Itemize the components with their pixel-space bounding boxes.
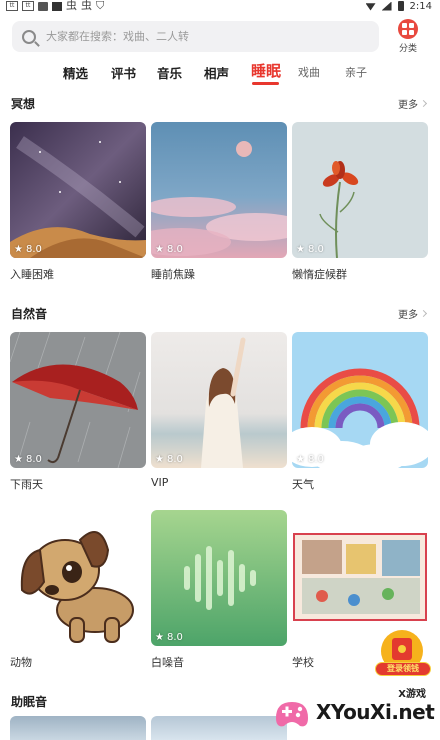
rating-badge: ★ 8.0 <box>14 454 42 465</box>
bug-icon: 虫 <box>81 0 92 12</box>
star-icon: ★ <box>155 632 164 643</box>
card-title: VIP <box>151 476 169 489</box>
star-icon: ★ <box>14 454 23 465</box>
watermark-small-text: X游戏 <box>398 689 426 700</box>
star-icon: ★ <box>155 454 164 465</box>
watermark: X游戏 XYouXi.net <box>270 684 440 740</box>
section-title-meditation: 冥想 <box>11 97 36 111</box>
red-envelope-icon <box>392 638 412 660</box>
tab-crosstalk[interactable]: 相声 <box>204 63 229 82</box>
card-title: 动物 <box>10 656 32 669</box>
status-time: 2:14 <box>409 0 432 12</box>
cover-image: ★ 8.0 <box>10 332 146 468</box>
rating-value: 8.0 <box>307 454 324 465</box>
category-button[interactable]: 分类 <box>393 19 423 55</box>
rating-value: 8.0 <box>25 244 42 255</box>
tab-music[interactable]: 音乐 <box>157 63 182 82</box>
more-link-nature-sounds[interactable]: 更多 <box>398 306 428 321</box>
star-icon: ★ <box>155 244 164 255</box>
category-label: 分类 <box>398 44 417 54</box>
status-icons-right: 2:14 <box>365 0 432 12</box>
media-card[interactable]: ★ 8.0 入睡困难 <box>10 122 146 282</box>
active-tab-indicator <box>252 82 279 85</box>
more-link-meditation[interactable]: 更多 <box>398 96 428 111</box>
cover-image: ★ 8.0 <box>292 332 428 468</box>
search-bar[interactable] <box>12 21 379 52</box>
search-input[interactable] <box>46 30 346 43</box>
shield-icon: ⛉ <box>96 0 105 12</box>
game-controller-logo-icon <box>276 702 308 727</box>
chevron-right-icon <box>419 309 428 318</box>
card-title: 睡前焦躁 <box>151 268 195 281</box>
status-bar: tt tt 虫 虫 ⛉ 2:14 <box>0 0 440 14</box>
media-card[interactable]: ★ 8.0 VIP <box>151 332 287 489</box>
cover-image-partial[interactable] <box>10 716 146 740</box>
cover-image: ★ 8.0 <box>292 122 428 258</box>
square-icon <box>52 1 62 11</box>
media-card[interactable]: ★ 8.0 下雨天 <box>10 332 146 492</box>
section-title-nature-sounds: 自然音 <box>11 307 48 321</box>
rating-value: 8.0 <box>307 244 324 255</box>
rating-badge: ★ 8.0 <box>14 244 42 255</box>
cover-image: ★ 8.0 <box>10 122 146 258</box>
cover-image <box>10 510 146 646</box>
status-icons-left: tt tt 虫 虫 ⛉ <box>6 0 104 12</box>
rating-value: 8.0 <box>166 244 183 255</box>
chevron-right-icon <box>419 99 428 108</box>
card-title: 入睡困难 <box>10 268 54 281</box>
media-card[interactable]: ★ 8.0 懒惰症候群 <box>292 122 428 282</box>
cover-image <box>292 510 428 646</box>
star-icon: ★ <box>14 244 23 255</box>
signal-icon <box>381 1 392 11</box>
media-card[interactable]: ★ 8.0 白噪音 <box>151 510 287 670</box>
media-card[interactable]: ★ 8.0 睡前焦躁 <box>151 122 287 282</box>
cover-image-partial[interactable] <box>151 716 287 740</box>
tab-parenting[interactable]: 亲子 <box>345 64 367 80</box>
rating-badge: ★ 8.0 <box>296 244 324 255</box>
rating-value: 8.0 <box>25 454 42 465</box>
login-reward-label: 登录领钱 <box>375 662 431 676</box>
tab-opera[interactable]: 戏曲 <box>298 64 320 80</box>
watermark-text: XYouXi.net <box>316 700 435 724</box>
login-reward-badge[interactable]: 登录领钱 <box>375 630 431 678</box>
rating-badge: ★ 8.0 <box>155 454 183 465</box>
bug-icon: 虫 <box>66 0 77 12</box>
rating-badge: ★ 8.0 <box>155 632 183 643</box>
section-title-sleep-aid: 助眠音 <box>11 695 48 709</box>
search-icon <box>22 29 36 44</box>
star-icon: ★ <box>296 454 305 465</box>
cover-image: ★ 8.0 <box>151 510 287 646</box>
battery-icon <box>397 1 404 11</box>
tab-sleep[interactable]: 睡眠 <box>251 60 281 81</box>
card-title: 天气 <box>292 478 314 491</box>
tab-bar: 精选 评书 音乐 相声 睡眠 戏曲 亲子 <box>0 58 440 86</box>
tab-storytelling[interactable]: 评书 <box>111 63 136 82</box>
card-title: 懒惰症候群 <box>292 268 347 281</box>
image-icon <box>38 1 48 11</box>
wifi-icon <box>365 3 376 11</box>
rating-value: 8.0 <box>166 632 183 643</box>
card-title: 白噪音 <box>151 656 184 669</box>
more-label: 更多 <box>398 100 418 111</box>
grid-icon <box>398 19 418 39</box>
cover-image: ★ 8.0 <box>151 122 287 258</box>
cover-image: ★ 8.0 <box>151 332 287 468</box>
rating-badge: ★ 8.0 <box>296 454 324 465</box>
rating-value: 8.0 <box>166 454 183 465</box>
rating-badge: ★ 8.0 <box>155 244 183 255</box>
notification-icon: tt <box>22 1 34 11</box>
notification-icon: tt <box>6 1 18 11</box>
star-icon: ★ <box>296 244 305 255</box>
media-card[interactable]: ★ 8.0 天气 <box>292 332 428 492</box>
card-title: 下雨天 <box>10 478 43 491</box>
more-label: 更多 <box>398 310 418 321</box>
tab-featured[interactable]: 精选 <box>63 63 88 82</box>
media-card[interactable]: 动物 <box>10 510 146 670</box>
